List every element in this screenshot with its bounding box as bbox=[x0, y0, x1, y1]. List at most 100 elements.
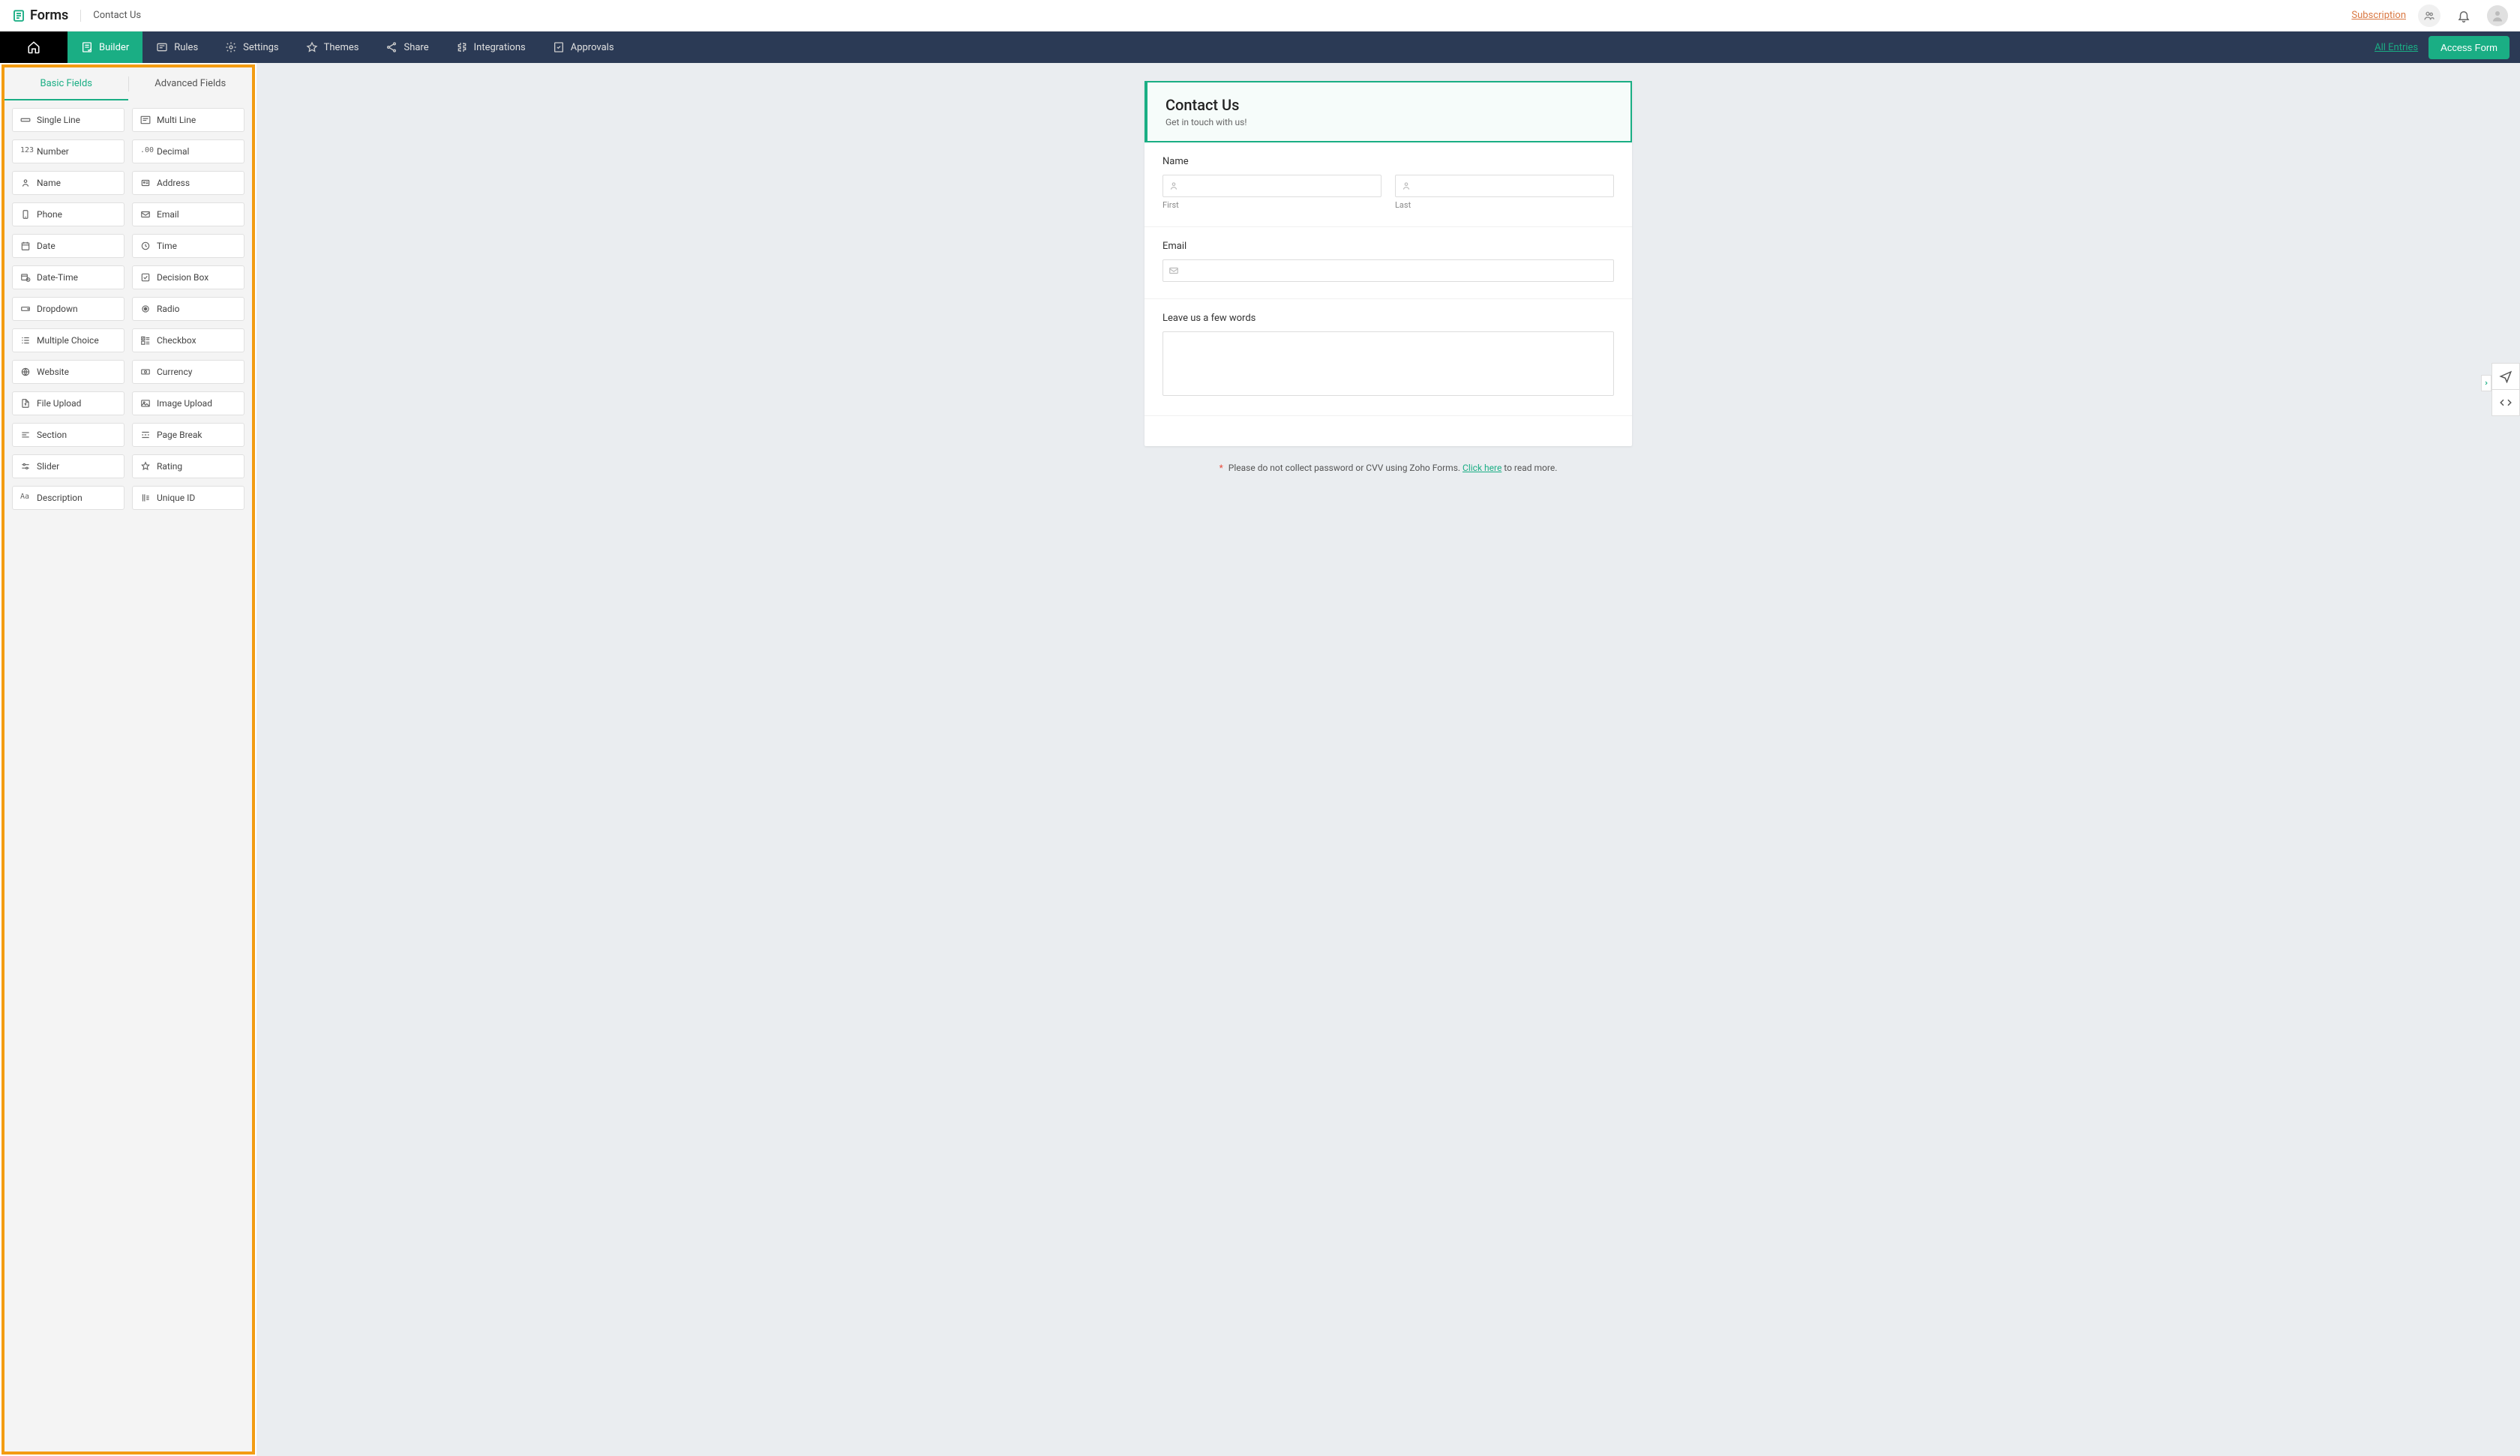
form-title: Contact Us bbox=[1166, 96, 1612, 114]
field-multi-line[interactable]: Multi Line bbox=[132, 108, 244, 132]
subscription-link[interactable]: Subscription bbox=[2351, 10, 2406, 21]
form-field-name[interactable]: Name First Last bbox=[1144, 142, 1632, 227]
footer-text-pre: Please do not collect password or CVV us… bbox=[1228, 463, 1462, 473]
field-website[interactable]: Website bbox=[12, 360, 124, 384]
header-divider bbox=[80, 10, 81, 22]
users-icon bbox=[2423, 10, 2435, 22]
form-subtitle: Get in touch with us! bbox=[1166, 117, 1612, 127]
message-textarea[interactable] bbox=[1162, 331, 1614, 396]
access-form-button[interactable]: Access Form bbox=[2428, 36, 2510, 59]
nav-home[interactable] bbox=[0, 31, 68, 63]
clock-icon bbox=[140, 241, 151, 251]
nav-builder[interactable]: Builder bbox=[68, 31, 142, 63]
nav-integrations[interactable]: Integrations bbox=[442, 31, 539, 63]
address-icon bbox=[140, 178, 151, 188]
nav-builder-label: Builder bbox=[99, 42, 129, 53]
tab-basic-fields[interactable]: Basic Fields bbox=[4, 67, 128, 100]
nav-settings[interactable]: Settings bbox=[212, 31, 292, 63]
app-name: Forms bbox=[30, 7, 68, 23]
last-sublabel: Last bbox=[1395, 200, 1614, 210]
form-card: Contact Us Get in touch with us! Name Fi… bbox=[1144, 81, 1632, 446]
email-label: Email bbox=[1162, 241, 1614, 252]
user-avatar[interactable] bbox=[2487, 5, 2508, 26]
fields-grid: Single Line Multi Line 123Number .00Deci… bbox=[4, 100, 252, 517]
gear-icon bbox=[225, 41, 237, 53]
footer-note: * Please do not collect password or CVV … bbox=[1220, 463, 1558, 473]
share-icon bbox=[386, 41, 398, 53]
phone-icon bbox=[20, 209, 31, 220]
all-entries-link[interactable]: All Entries bbox=[2374, 42, 2418, 53]
field-email[interactable]: Email bbox=[132, 202, 244, 226]
field-date-time[interactable]: Date-Time bbox=[12, 265, 124, 289]
nav-settings-label: Settings bbox=[243, 42, 278, 53]
form-canvas: Contact Us Get in touch with us! Name Fi… bbox=[256, 63, 2520, 1456]
send-icon bbox=[2499, 370, 2512, 383]
nav-rules[interactable]: Rules bbox=[142, 31, 212, 63]
field-slider[interactable]: Slider bbox=[12, 454, 124, 478]
field-checkbox[interactable]: Checkbox bbox=[132, 328, 244, 352]
app-logo[interactable]: Forms bbox=[12, 7, 68, 23]
email-icon bbox=[140, 209, 151, 220]
field-decimal[interactable]: .00Decimal bbox=[132, 139, 244, 163]
field-name[interactable]: Name bbox=[12, 171, 124, 195]
field-multiple-choice[interactable]: Multiple Choice bbox=[12, 328, 124, 352]
avatar-icon bbox=[2491, 9, 2504, 22]
field-phone[interactable]: Phone bbox=[12, 202, 124, 226]
field-unique-id[interactable]: Unique ID bbox=[132, 486, 244, 510]
tool-send[interactable] bbox=[2492, 363, 2520, 390]
field-decision-box[interactable]: Decision Box bbox=[132, 265, 244, 289]
field-section[interactable]: Section bbox=[12, 423, 124, 447]
approvals-icon bbox=[553, 41, 565, 53]
section-icon bbox=[20, 430, 31, 440]
radio-icon bbox=[140, 304, 151, 314]
notifications-button[interactable] bbox=[2452, 4, 2475, 27]
footer-link[interactable]: Click here bbox=[1462, 463, 1502, 473]
breadcrumb[interactable]: Contact Us bbox=[93, 10, 141, 21]
last-name-input[interactable] bbox=[1395, 175, 1614, 197]
form-field-message[interactable]: Leave us a few words bbox=[1144, 299, 1632, 416]
home-icon bbox=[27, 40, 40, 54]
nav-share[interactable]: Share bbox=[372, 31, 442, 63]
field-dropdown[interactable]: Dropdown bbox=[12, 297, 124, 321]
description-icon: Aa bbox=[20, 493, 31, 503]
calendar-icon bbox=[20, 241, 31, 251]
field-rating[interactable]: Rating bbox=[132, 454, 244, 478]
nav-themes[interactable]: Themes bbox=[292, 31, 373, 63]
field-description[interactable]: AaDescription bbox=[12, 486, 124, 510]
person-icon bbox=[1401, 181, 1412, 191]
field-file-upload[interactable]: File Upload bbox=[12, 391, 124, 415]
person-icon bbox=[1168, 181, 1179, 191]
main-nav: Builder Rules Settings Themes Share Inte… bbox=[0, 31, 2520, 63]
footer-text-post: to read more. bbox=[1502, 463, 1557, 473]
field-time[interactable]: Time bbox=[132, 234, 244, 258]
form-field-email[interactable]: Email bbox=[1144, 227, 1632, 299]
tool-embed[interactable] bbox=[2492, 389, 2520, 416]
page-break-icon bbox=[140, 430, 151, 440]
datetime-icon bbox=[20, 272, 31, 283]
field-single-line[interactable]: Single Line bbox=[12, 108, 124, 132]
single-line-icon bbox=[20, 115, 31, 125]
users-button[interactable] bbox=[2418, 4, 2440, 27]
name-label: Name bbox=[1162, 156, 1614, 167]
right-tools-toggle[interactable] bbox=[2481, 375, 2492, 391]
nav-themes-label: Themes bbox=[324, 42, 359, 53]
first-name-input[interactable] bbox=[1162, 175, 1382, 197]
nav-approvals[interactable]: Approvals bbox=[539, 31, 628, 63]
field-date[interactable]: Date bbox=[12, 234, 124, 258]
person-icon bbox=[20, 178, 31, 188]
form-header[interactable]: Contact Us Get in touch with us! bbox=[1144, 81, 1632, 142]
field-currency[interactable]: Currency bbox=[132, 360, 244, 384]
rules-icon bbox=[156, 41, 168, 53]
decision-icon bbox=[140, 272, 151, 283]
fields-panel: Basic Fields Advanced Fields Single Line… bbox=[2, 64, 255, 1455]
field-radio[interactable]: Radio bbox=[132, 297, 244, 321]
multi-choice-icon bbox=[20, 335, 31, 346]
field-number[interactable]: 123Number bbox=[12, 139, 124, 163]
unique-id-icon bbox=[140, 493, 151, 503]
field-page-break[interactable]: Page Break bbox=[132, 423, 244, 447]
tab-advanced-fields[interactable]: Advanced Fields bbox=[129, 67, 253, 100]
field-image-upload[interactable]: Image Upload bbox=[132, 391, 244, 415]
themes-icon bbox=[306, 41, 318, 53]
email-input[interactable] bbox=[1162, 259, 1614, 282]
field-address[interactable]: Address bbox=[132, 171, 244, 195]
